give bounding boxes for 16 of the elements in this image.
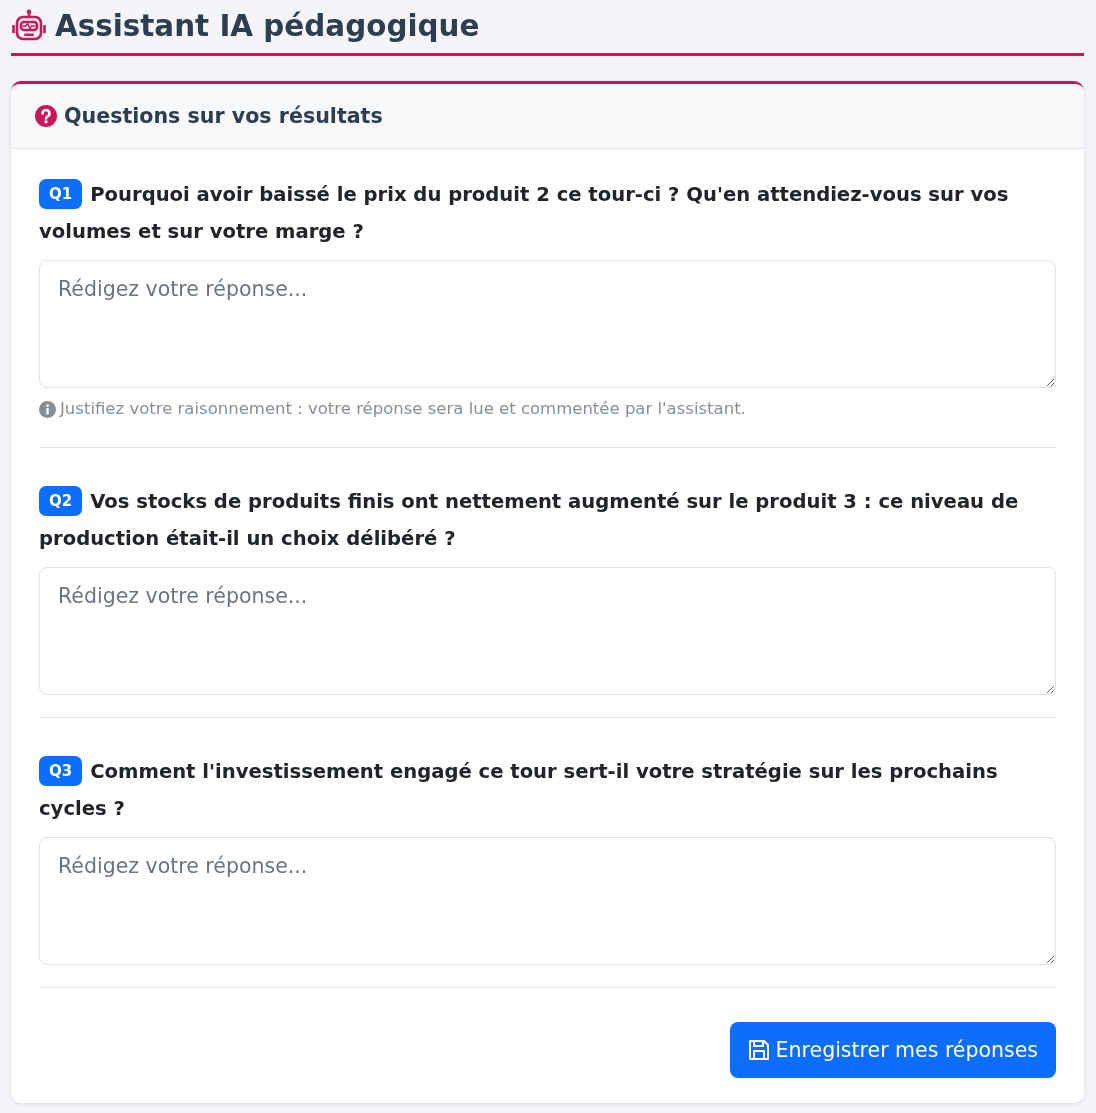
page-title: Assistant IA pédagogique: [55, 8, 480, 45]
question-number-badge: Q1: [39, 179, 83, 209]
question-text: Q1 Pourquoi avoir baissé le prix du produit 2 ce tour-ci ? Qu'en attendiez-vous sur vos volumes et sur votre marge ?: [39, 176, 1056, 250]
question-text: Q3 Comment l'investissement engagé ce tour sert-il votre stratégie sur les prochains cycles ?: [39, 753, 1056, 827]
question-number-badge: Q2: [39, 486, 83, 516]
answer-field[interactable]: Rédigez votre réponse...: [39, 260, 1056, 388]
question-number-badge: Q3: [39, 756, 83, 786]
answer-field[interactable]: Rédigez votre réponse...: [39, 567, 1056, 695]
info-icon: [39, 400, 56, 418]
robot-icon: [12, 9, 46, 43]
answer-field[interactable]: Rédigez votre réponse...: [39, 837, 1056, 965]
hint-text: Justifiez votre raisonnement : votre réponse sera lue et commentée par l'assistant.: [60, 398, 746, 420]
question-text: Q2 Vos stocks de produits finis ont nettement augmenté sur le produit 3 : ce niveau de production était-il un choix délibéré ?: [39, 483, 1056, 557]
question-icon: [35, 105, 57, 127]
save-button[interactable]: Enregistrer mes réponses: [729, 1022, 1056, 1078]
card-title: Questions sur vos résultats: [64, 104, 383, 128]
